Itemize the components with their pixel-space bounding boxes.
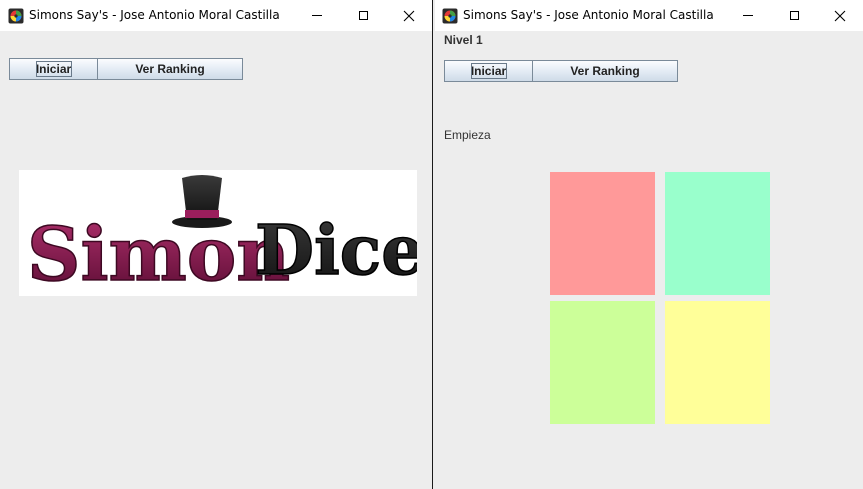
start-button[interactable]: Iniciar (445, 61, 533, 81)
toolbar: Iniciar Ver Ranking (444, 60, 678, 82)
game-window: Simons Say's - Jose Antonio Moral Castil… (435, 0, 863, 489)
focus-indicator (36, 61, 72, 77)
tile-green[interactable] (665, 172, 770, 295)
level-label: Nivel 1 (444, 33, 483, 47)
window-title: Simons Say's - Jose Antonio Moral Castil… (463, 8, 714, 22)
maximize-button[interactable] (771, 0, 817, 31)
maximize-button[interactable] (340, 0, 386, 31)
ranking-button-label: Ver Ranking (135, 62, 205, 76)
minimize-icon (743, 15, 753, 16)
title-bar[interactable]: Simons Say's - Jose Antonio Moral Castil… (0, 0, 432, 31)
window-title: Simons Say's - Jose Antonio Moral Castil… (29, 8, 280, 22)
logo-word-dice: Dice (255, 211, 417, 291)
ranking-button-label: Ver Ranking (570, 64, 640, 78)
ranking-button[interactable]: Ver Ranking (98, 59, 242, 79)
tile-yellow[interactable] (665, 301, 770, 424)
focus-indicator (471, 63, 507, 79)
minimize-icon (312, 15, 322, 16)
tile-lime[interactable] (550, 301, 655, 424)
close-button[interactable] (817, 0, 863, 31)
close-icon (834, 10, 846, 21)
close-icon (403, 10, 415, 21)
app-icon (442, 8, 458, 24)
app-icon (8, 8, 24, 24)
simon-dice-logo: Simon Dice (19, 170, 425, 299)
logo-image: Simon Dice (26, 175, 425, 299)
maximize-icon (789, 11, 799, 20)
logo-word-simon: Simon (27, 212, 290, 296)
start-button[interactable]: Iniciar (10, 59, 98, 79)
maximize-icon (358, 11, 368, 20)
status-label: Empieza (444, 128, 491, 142)
minimize-button[interactable] (725, 0, 771, 31)
ranking-button[interactable]: Ver Ranking (533, 61, 677, 81)
title-bar[interactable]: Simons Say's - Jose Antonio Moral Castil… (435, 0, 863, 31)
minimize-button[interactable] (294, 0, 340, 31)
main-window: Simons Say's - Jose Antonio Moral Castil… (0, 0, 432, 489)
tile-red[interactable] (550, 172, 655, 295)
toolbar: Iniciar Ver Ranking (9, 58, 243, 80)
close-button[interactable] (386, 0, 432, 31)
